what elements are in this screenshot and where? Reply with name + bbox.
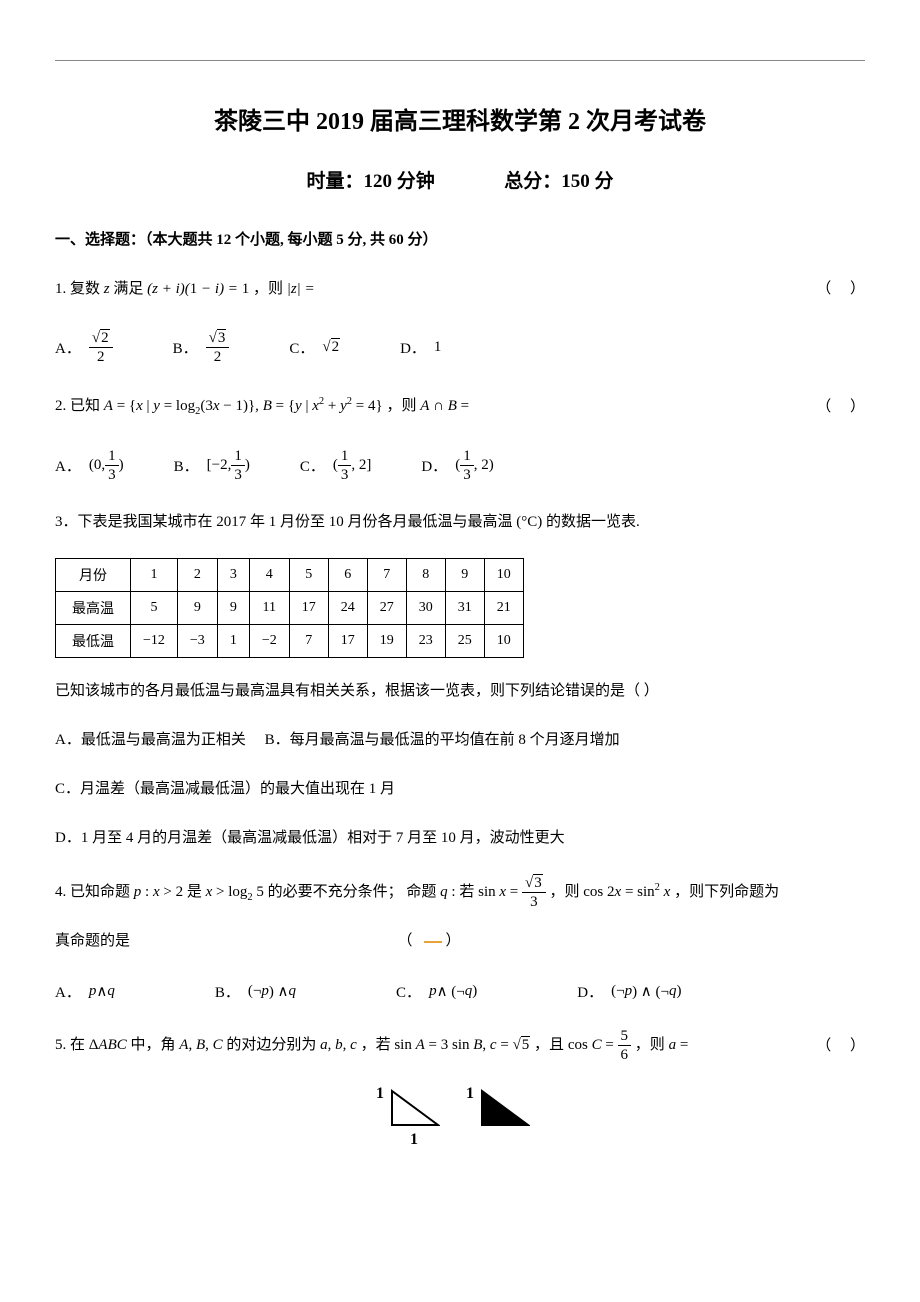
- answer-paren: （ ）: [816, 274, 865, 304]
- time-label: 时量：120 分钟: [306, 171, 434, 192]
- q1-option-a: A． √22: [55, 329, 113, 366]
- q3-option-d: D．1 月至 4 月的月温差（最高温减最低温）相对于 7 月至 10 月，波动性…: [55, 825, 865, 852]
- q2-option-a: A． (0, 13): [55, 447, 124, 484]
- question-4-line2: 真命题的是 （ ）: [55, 926, 865, 956]
- q2-option-b: B． [−2, 13): [174, 447, 250, 484]
- q4-options: A． p ∧ q B． (¬p) ∧ q C． p ∧ (¬q) D． (¬p)…: [55, 981, 865, 1002]
- answer-paren: （ ）: [816, 392, 865, 422]
- page-subtitle: 时量：120 分钟 总分：150 分: [55, 166, 865, 193]
- q2-option-d: D． (13, 2): [421, 447, 493, 484]
- table-row: 最低温 −12 −3 1 −2 7 17 19 23 25 10: [56, 625, 524, 658]
- question-1: 1. 复数 z 满足 (z + i)(1 − i) = 1 ，则 |z| = （…: [55, 274, 865, 304]
- q1-option-c: C． √2: [289, 337, 340, 358]
- triangle-right: 1: [480, 1089, 530, 1129]
- score-label: 总分：150 分: [504, 171, 613, 192]
- table-row: 月份 1 2 3 4 5 6 7 8 9 10: [56, 559, 524, 592]
- triangle-icon: [480, 1089, 530, 1129]
- question-2: 2. 已知 A = {x | y = log2(3x − 1)}, B = {y…: [55, 391, 865, 422]
- answer-paren: （ ）: [816, 1031, 865, 1061]
- q3-option-b: B．每月最高温与最低温的平均值在前 8 个月逐月增加: [265, 732, 620, 748]
- q4-option-a: A． p ∧ q: [55, 981, 115, 1002]
- q1-options: A． √22 B． √32 C． √2 D． 1: [55, 329, 865, 366]
- table-row: 最高温 5 9 9 11 17 24 27 30 31 21: [56, 592, 524, 625]
- q2-option-c: C． (13, 2]: [300, 447, 372, 484]
- question-4: 4. 已知命题 p : x > 2 是 x > log2 5 的必要不充分条件；…: [55, 874, 865, 911]
- page-title: 茶陵三中 2019 届高三理科数学第 2 次月考试卷: [55, 101, 865, 136]
- triangle-icon: [390, 1089, 440, 1129]
- q2-options: A． (0, 13) B． [−2, 13) C． (13, 2] D． (13…: [55, 447, 865, 484]
- triangle-figures: 1 1 1: [55, 1089, 865, 1129]
- q4-option-d: D． (¬p) ∧ (¬q): [577, 981, 681, 1002]
- q4-option-b: B． (¬p) ∧ q: [215, 981, 296, 1002]
- q1-option-b: B． √32: [173, 329, 230, 366]
- triangle-left: 1 1: [390, 1089, 440, 1129]
- q3-option-c: C．月温差（最高温减最低温）的最大值出现在 1 月: [55, 776, 865, 803]
- q3-option-row: A．最低温与最高温为正相关 B．每月最高温与最低温的平均值在前 8 个月逐月增加: [55, 727, 865, 754]
- q3-data-table: 月份 1 2 3 4 5 6 7 8 9 10 最高温 5 9 9 11 17 …: [55, 558, 524, 658]
- top-rule: [55, 60, 865, 61]
- q3-option-a: A．最低温与最高温为正相关: [55, 732, 246, 748]
- underline-mark-icon: [424, 941, 442, 943]
- question-5: 5. 在 ΔABC 中，角 A, B, C 的对边分别为 a, b, c ，若 …: [55, 1027, 865, 1064]
- q1-option-d: D． 1: [400, 337, 441, 358]
- question-3-line2: 已知该城市的各月最低温与最高温具有相关关系，根据该一览表，则下列结论错误的是（ …: [55, 678, 865, 705]
- q4-option-c: C． p ∧ (¬q): [396, 981, 477, 1002]
- question-3-line1: 3．下表是我国某城市在 2017 年 1 月份至 10 月份各月最低温与最高温 …: [55, 509, 865, 536]
- section-header: 一、选择题：（本大题共 12 个小题, 每小题 5 分, 共 60 分）: [55, 228, 865, 249]
